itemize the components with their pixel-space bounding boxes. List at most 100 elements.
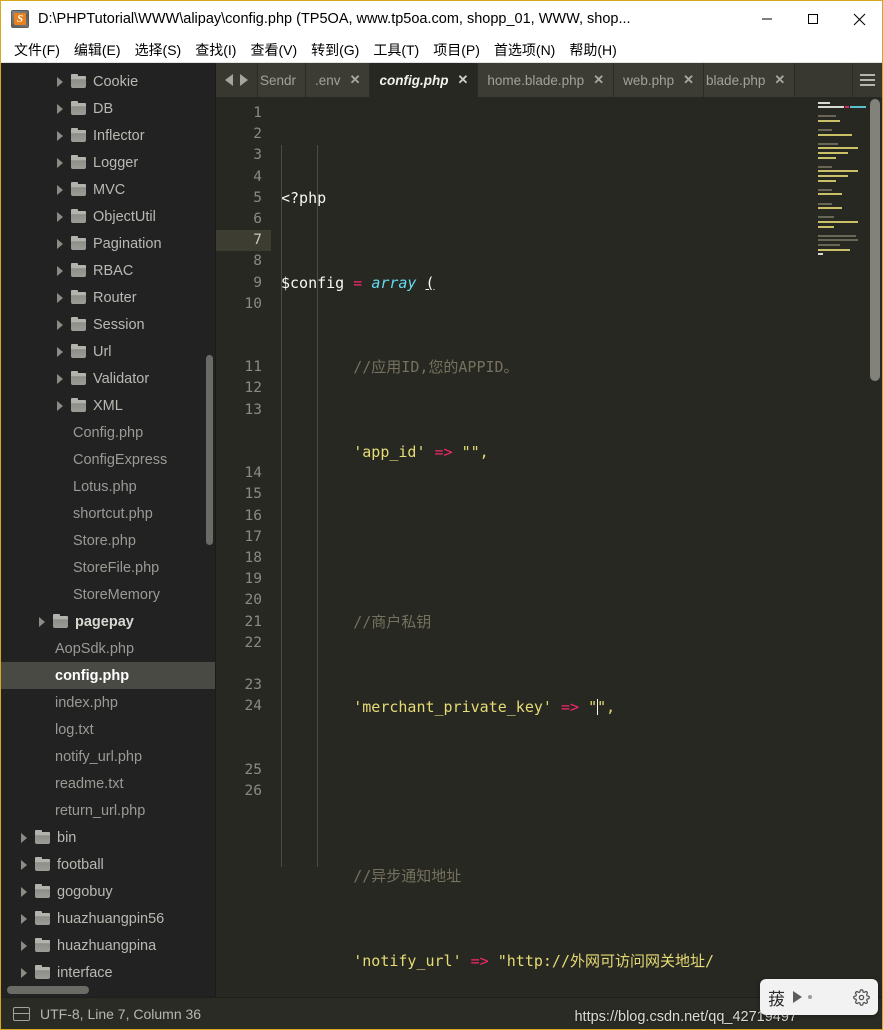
sidebar-item-readme-txt[interactable]: readme.txt — [1, 770, 215, 797]
chevron-right-icon[interactable] — [55, 373, 66, 384]
sidebar-item-xml[interactable]: XML — [1, 392, 215, 419]
chevron-right-icon[interactable] — [37, 616, 48, 627]
sidebar-item-storememory[interactable]: StoreMemory — [1, 581, 215, 608]
tab-blade-php[interactable]: blade.php ✕ — [704, 63, 796, 97]
tab-web-php[interactable]: web.php ✕ — [614, 63, 705, 97]
sidebar-item-bin[interactable]: bin — [1, 824, 215, 851]
chevron-right-icon[interactable] — [55, 346, 66, 357]
sidebar-item-index-php[interactable]: index.php — [1, 689, 215, 716]
minimize-button[interactable] — [744, 1, 790, 37]
tab-overflow-menu-button[interactable] — [852, 63, 882, 97]
minimap-viewport-handle[interactable] — [870, 99, 880, 381]
tab-close-icon[interactable]: ✕ — [683, 72, 694, 88]
menu-item-view[interactable]: 查看(V) — [243, 38, 304, 62]
sidebar-item-mvc[interactable]: MVC — [1, 176, 215, 203]
sidebar-horizontal-scrollbar[interactable] — [7, 986, 89, 994]
sidebar-item-inflector[interactable]: Inflector — [1, 122, 215, 149]
sidebar-item-football[interactable]: football — [1, 851, 215, 878]
chevron-right-icon[interactable] — [55, 103, 66, 114]
minimap-token — [818, 106, 844, 109]
sidebar-item-configexpress[interactable]: ConfigExpress — [1, 446, 215, 473]
menu-item-selection[interactable]: 选择(S) — [128, 38, 189, 62]
code-editor[interactable]: 1 2 3 4 5 6 7 8 9 10 11 12 13 14 15 16 17 18 19 20 21 22 23 24 2… — [216, 97, 882, 997]
sidebar-item-return-url-php[interactable]: return_url.php — [1, 797, 215, 824]
chevron-right-icon[interactable] — [19, 913, 30, 924]
chevron-right-icon[interactable] — [55, 130, 66, 141]
maximize-button[interactable] — [790, 1, 836, 37]
sidebar-item-lotus-php[interactable]: Lotus.php — [1, 473, 215, 500]
sidebar-item-cookie[interactable]: Cookie — [1, 68, 215, 95]
menu-item-preferences[interactable]: 首选项(N) — [487, 38, 562, 62]
tab-nav-arrows — [216, 63, 258, 97]
chevron-right-icon[interactable] — [55, 400, 66, 411]
menu-item-file[interactable]: 文件(F) — [7, 38, 67, 62]
folder-icon — [35, 937, 50, 952]
chevron-right-icon[interactable] — [55, 76, 66, 87]
split-layout-icon[interactable] — [13, 1006, 30, 1021]
sidebar-item-db[interactable]: DB — [1, 95, 215, 122]
sidebar-vertical-scrollbar[interactable] — [206, 355, 213, 545]
sidebar-item-objectutil[interactable]: ObjectUtil — [1, 203, 215, 230]
close-button[interactable] — [836, 1, 882, 37]
sidebar-item-config-php[interactable]: config.php — [1, 662, 215, 689]
folder-icon — [71, 262, 86, 277]
chevron-right-icon[interactable] — [55, 319, 66, 330]
code-minimap[interactable] — [814, 97, 882, 997]
chevron-right-icon[interactable] — [55, 184, 66, 195]
sidebar-item-logger[interactable]: Logger — [1, 149, 215, 176]
chevron-right-icon[interactable] — [55, 292, 66, 303]
sidebar-item-router[interactable]: Router — [1, 284, 215, 311]
chevron-right-icon[interactable] — [19, 886, 30, 897]
sidebar-item-interface[interactable]: interface — [1, 959, 215, 986]
tab-close-icon[interactable]: ✕ — [457, 72, 468, 88]
chevron-right-icon[interactable] — [55, 157, 66, 168]
sidebar-item-validator[interactable]: Validator — [1, 365, 215, 392]
menu-item-edit[interactable]: 编辑(E) — [67, 38, 128, 62]
sidebar-item-log-txt[interactable]: log.txt — [1, 716, 215, 743]
menu-item-project[interactable]: 项目(P) — [426, 38, 487, 62]
chevron-right-icon[interactable] — [19, 832, 30, 843]
sidebar-item-rbac[interactable]: RBAC — [1, 257, 215, 284]
menu-item-help[interactable]: 帮助(H) — [562, 38, 623, 62]
sidebar-item-pagination[interactable]: Pagination — [1, 230, 215, 257]
chevron-right-icon[interactable] — [19, 967, 30, 978]
nav-forward-icon[interactable] — [240, 74, 248, 86]
sidebar-item-store-php[interactable]: Store.php — [1, 527, 215, 554]
code-token: ", — [597, 697, 616, 716]
tab-close-icon[interactable]: ✕ — [350, 72, 361, 88]
sidebar-item-shortcut-php[interactable]: shortcut.php — [1, 500, 215, 527]
tab-close-icon[interactable]: ✕ — [774, 72, 785, 88]
menu-item-tools[interactable]: 工具(T) — [366, 38, 426, 62]
sidebar-item-aopsdk-php[interactable]: AopSdk.php — [1, 635, 215, 662]
sidebar-item-huazhuangpin56[interactable]: huazhuangpin56 — [1, 905, 215, 932]
tab-env[interactable]: .env ✕ — [306, 63, 371, 97]
sublime-text-icon — [11, 10, 29, 28]
sidebar-item-storefile-php[interactable]: StoreFile.php — [1, 554, 215, 581]
chevron-right-icon[interactable] — [19, 940, 30, 951]
chevron-right-icon[interactable] — [55, 238, 66, 249]
sidebar-item-gogobuy[interactable]: gogobuy — [1, 878, 215, 905]
minimap-line — [818, 119, 870, 122]
sidebar-item-url[interactable]: Url — [1, 338, 215, 365]
sidebar-item-session[interactable]: Session — [1, 311, 215, 338]
minimap-token — [818, 179, 836, 182]
sidebar-item-notify-url-php[interactable]: notify_url.php — [1, 743, 215, 770]
code-content[interactable]: <?php $config = array ( //应用ID,您的APPID。 … — [271, 97, 814, 997]
tab-home-blade-php[interactable]: home.blade.php ✕ — [478, 63, 615, 97]
chevron-right-icon[interactable] — [55, 265, 66, 276]
chevron-right-icon[interactable] — [55, 211, 66, 222]
menu-item-find[interactable]: 查找(I) — [188, 38, 243, 62]
sidebar-item-pagepay[interactable]: pagepay — [1, 608, 215, 635]
menu-item-goto[interactable]: 转到(G) — [304, 38, 366, 62]
sidebar-item-huazhuangpina[interactable]: huazhuangpina — [1, 932, 215, 959]
chevron-right-icon[interactable] — [19, 859, 30, 870]
minimap-token — [818, 239, 858, 242]
tab-sendr[interactable]: Sendr — [258, 63, 307, 97]
floating-badge[interactable]: 菝 — [760, 979, 878, 1015]
nav-back-icon[interactable] — [225, 74, 233, 86]
tab-close-icon[interactable]: ✕ — [593, 72, 604, 88]
gear-icon[interactable] — [853, 988, 870, 1006]
sidebar-file-tree[interactable]: Cookie DB Inflector Logger MVC ObjectUtil Pagi… — [1, 63, 216, 997]
tab-config-php[interactable]: config.php ✕ — [370, 63, 479, 97]
sidebar-item-config-php[interactable]: Config.php — [1, 419, 215, 446]
